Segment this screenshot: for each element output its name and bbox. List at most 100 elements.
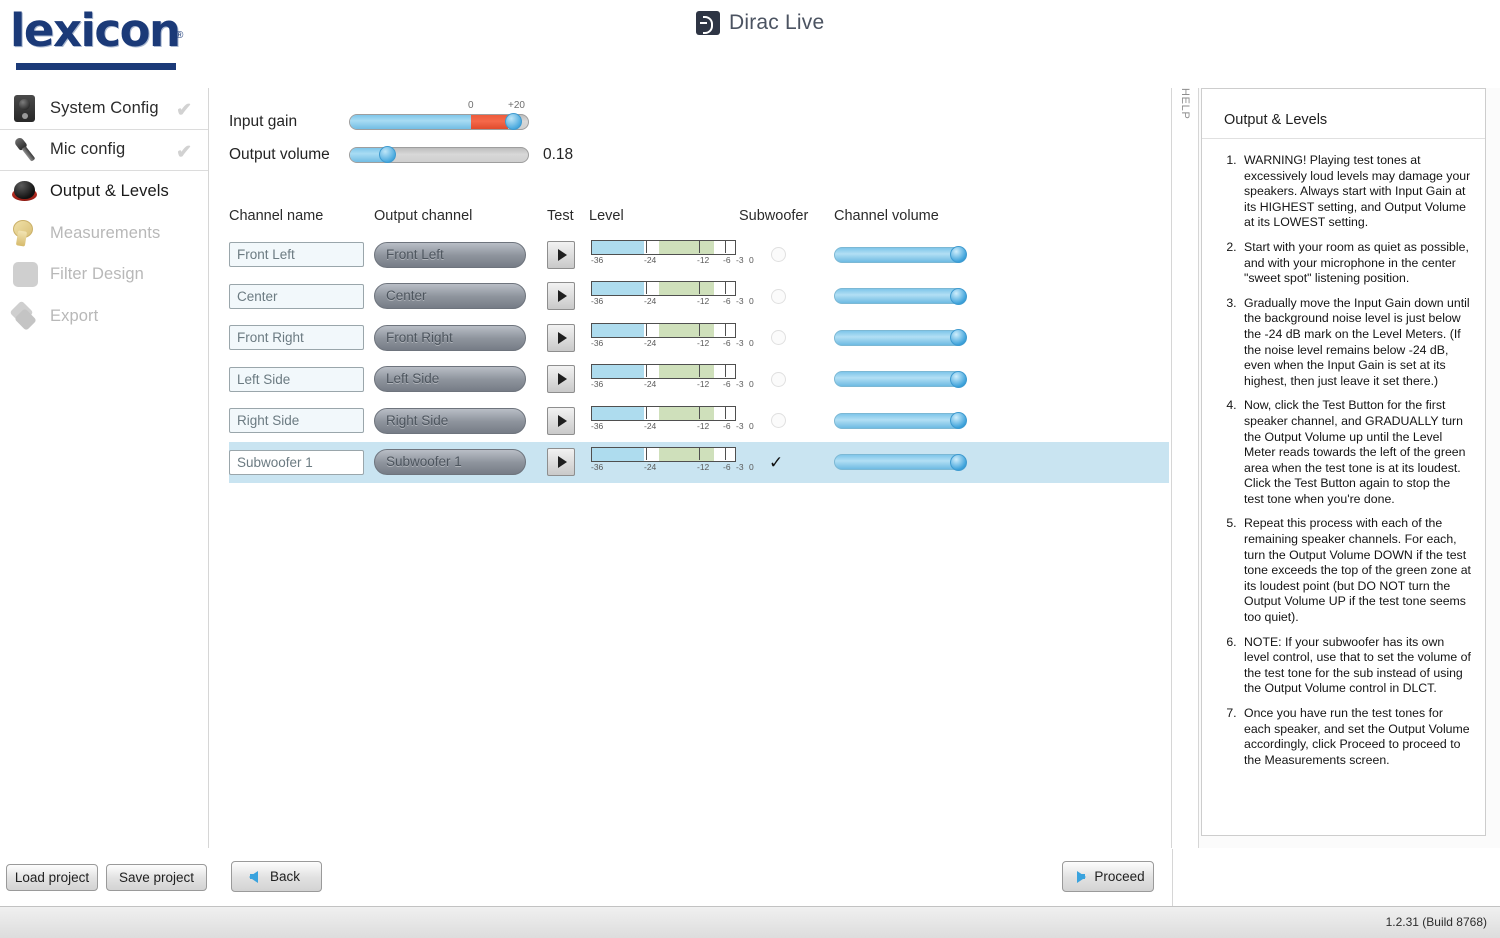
sidebar-item-mic-config[interactable]: Mic config ✔ — [0, 130, 208, 171]
help-tab-label[interactable]: HELP — [1179, 88, 1191, 136]
channel-volume-slider[interactable] — [834, 329, 967, 347]
input-gain-scale: 0 +20 — [350, 100, 530, 114]
table-row[interactable]: Center -36 -24 -12 -6 -3 0 — [229, 276, 1169, 318]
play-icon — [557, 248, 567, 261]
output-channel-select[interactable]: Right Side — [374, 407, 526, 434]
table-body: Front Left-36-24-12-6-30Center-36-24-12-… — [229, 234, 1169, 483]
subwoofer-checkbox[interactable] — [771, 288, 786, 304]
channel-volume-slider[interactable] — [834, 453, 967, 471]
sidebar-item-label: System Config — [50, 98, 159, 117]
output-channel-cell: Center — [374, 283, 547, 310]
output-channel-select[interactable]: Front Left — [374, 241, 526, 268]
output-volume-slider[interactable] — [349, 146, 529, 163]
table-row[interactable]: Subwoofer 1 -36 -24 -12 -6 -3 0 ✓ — [229, 441, 1169, 483]
level-meter: -36 -24 -12 -6 -3 0 — [589, 322, 754, 353]
save-project-button[interactable]: Save project — [106, 864, 207, 891]
sidebar-item-label: Output & Levels — [50, 182, 169, 201]
level-meter-bar — [591, 322, 736, 338]
channel-name-input[interactable] — [229, 366, 364, 392]
subwoofer-checkbox[interactable] — [771, 413, 786, 429]
channel-volume-slider[interactable] — [834, 412, 967, 430]
channel-name-input[interactable] — [229, 283, 364, 309]
level-axis-labels: -36 -24 -12 -6 -3 0 — [589, 420, 754, 433]
channel-volume-thumb[interactable] — [950, 412, 967, 430]
level-zone-green — [659, 323, 714, 337]
output-channel-select[interactable]: Left Side — [374, 366, 526, 393]
output-channel-select[interactable]: Subwoofer 1 — [374, 449, 526, 476]
load-project-button[interactable]: Load project — [6, 864, 98, 891]
level-tick-label: -3 — [736, 337, 744, 348]
level-gridline — [699, 405, 700, 419]
level-tick-label: -24 — [644, 296, 657, 307]
subwoofer-checked-icon[interactable]: ✓ — [769, 454, 834, 471]
test-tone-play-button[interactable] — [547, 282, 575, 311]
input-gain-thumb[interactable] — [505, 113, 522, 130]
level-tick-label: -24 — [644, 254, 657, 265]
channel-name-input[interactable] — [229, 449, 364, 475]
test-tone-play-button[interactable] — [547, 448, 575, 477]
level-zone-peak — [725, 240, 735, 254]
back-button[interactable]: Back — [231, 861, 322, 892]
channel-name-input[interactable] — [229, 325, 364, 351]
channel-volume-thumb[interactable] — [950, 287, 967, 305]
level-axis-labels: -36 -24 -12 -6 -3 0 — [589, 296, 754, 308]
level-tick-label: -6 — [723, 420, 731, 431]
footer-divider — [1172, 849, 1173, 906]
level-zone-green — [659, 282, 714, 296]
help-panel: Output & Levels WARNING! Playing test to… — [1199, 88, 1500, 848]
output-channel-select[interactable]: Front Right — [374, 324, 526, 351]
table-row[interactable]: Left Side -36 -24 -12 -6 -3 0 — [229, 359, 1169, 401]
level-cell: -36 -24 -12 -6 -3 0 — [589, 281, 754, 311]
input-gain-scale-zero: 0 — [468, 99, 474, 111]
test-tone-play-button[interactable] — [547, 323, 575, 352]
table-row[interactable]: Right Side -36 -24 -12 -6 -3 0 — [229, 400, 1169, 442]
level-tick-label: -3 — [736, 296, 744, 307]
subwoofer-checkbox[interactable] — [771, 371, 786, 387]
output-channel-select[interactable]: Center — [374, 283, 526, 310]
channel-name-input[interactable] — [229, 408, 364, 434]
output-volume-thumb[interactable] — [379, 146, 396, 163]
level-tick-label: -12 — [697, 379, 710, 390]
app-header: lexicon ® Dirac Live — [0, 0, 1500, 88]
channel-volume-slider[interactable] — [834, 287, 967, 305]
test-tone-play-button[interactable] — [547, 406, 575, 435]
subwoofer-checkbox[interactable] — [771, 247, 786, 263]
export-icon — [6, 299, 44, 333]
version-label: 1.2.31 (Build 8768) — [1385, 915, 1487, 929]
output-volume-value: 0.18 — [543, 145, 574, 163]
channel-name-cell — [229, 408, 374, 434]
channel-volume-thumb[interactable] — [950, 453, 967, 471]
help-tab-bar[interactable]: HELP — [1172, 88, 1199, 848]
level-zone-green — [659, 365, 714, 379]
test-tone-play-button[interactable] — [547, 240, 575, 269]
channel-volume-slider[interactable] — [834, 370, 967, 388]
input-gain-overload-zone — [471, 114, 509, 129]
channel-volume-thumb[interactable] — [950, 246, 967, 264]
play-icon — [557, 456, 567, 469]
proceed-button[interactable]: Proceed — [1062, 861, 1154, 892]
level-tick-label: -6 — [723, 254, 731, 265]
table-row[interactable]: Front Right -36 -24 -12 -6 -3 0 — [229, 317, 1169, 359]
channel-name-input[interactable] — [229, 242, 364, 268]
sidebar-item-output-levels[interactable]: Output & Levels — [0, 171, 208, 213]
tape-measure-icon — [6, 216, 44, 250]
input-gain-slider[interactable]: 0 +20 — [349, 100, 529, 130]
sidebar-item-label: Filter Design — [50, 265, 144, 284]
level-zone-green — [659, 240, 714, 254]
level-zone-peak — [725, 282, 735, 296]
help-list-item: NOTE: If your subwoofer has its own leve… — [1240, 635, 1471, 697]
channel-volume-slider[interactable] — [834, 246, 967, 264]
level-zone-low — [592, 323, 645, 337]
subwoofer-checkbox[interactable] — [771, 330, 786, 346]
level-gridline — [725, 239, 726, 253]
level-zone-peak — [725, 448, 735, 462]
table-row[interactable]: Front Left -36 -24 -12 -6 -3 0 — [229, 234, 1169, 276]
sidebar-item-system-config[interactable]: System Config ✔ — [0, 88, 208, 130]
channel-volume-thumb[interactable] — [950, 329, 967, 347]
channel-volume-thumb[interactable] — [950, 370, 967, 388]
lexicon-logo-underline — [16, 63, 176, 70]
level-gridline — [725, 405, 726, 419]
test-tone-play-button[interactable] — [547, 365, 575, 394]
help-title: Output & Levels — [1202, 89, 1485, 139]
channel-volume-cell — [834, 370, 1014, 388]
